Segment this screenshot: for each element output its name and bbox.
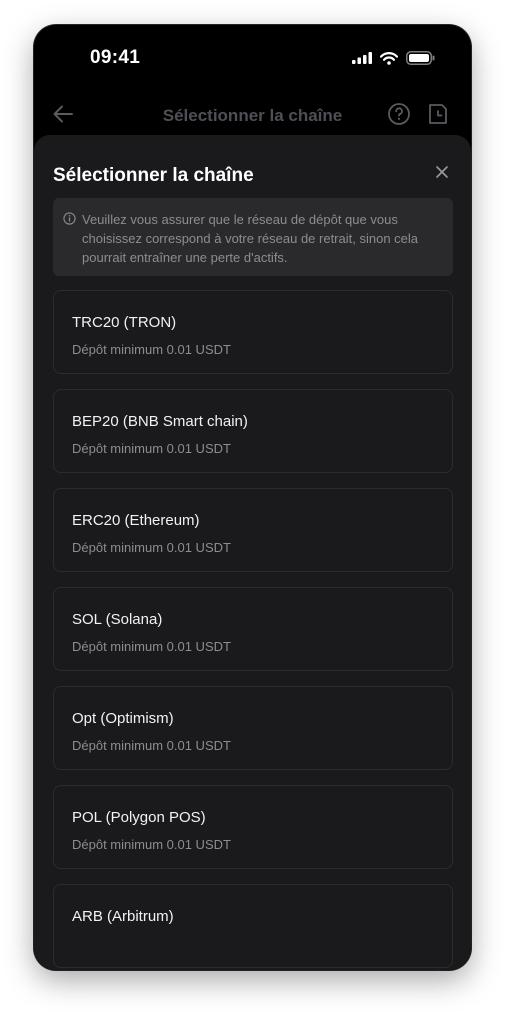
chain-name: BEP20 (BNB Smart chain) bbox=[72, 413, 248, 430]
wifi-icon bbox=[380, 51, 398, 65]
chain-option-sol[interactable]: SOL (Solana) Dépôt minimum 0.01 USDT bbox=[53, 587, 453, 671]
chain-min-deposit: Dépôt minimum 0.01 USDT bbox=[72, 540, 231, 555]
chain-min-deposit: Dépôt minimum 0.01 USDT bbox=[72, 441, 231, 456]
status-time: 09:41 bbox=[90, 47, 141, 68]
status-icons bbox=[352, 51, 435, 65]
status-bar: 09:41 bbox=[34, 25, 471, 89]
close-icon[interactable] bbox=[435, 165, 449, 179]
info-circle-icon bbox=[63, 212, 76, 225]
battery-icon bbox=[406, 51, 435, 65]
clock-document-icon[interactable] bbox=[427, 102, 449, 126]
chain-option-opt[interactable]: Opt (Optimism) Dépôt minimum 0.01 USDT bbox=[53, 686, 453, 770]
chain-select-sheet: Sélectionner la chaîne Veuillez vous ass… bbox=[34, 135, 471, 970]
chain-name: Opt (Optimism) bbox=[72, 710, 174, 727]
chain-name: POL (Polygon POS) bbox=[72, 809, 206, 826]
chain-name: TRC20 (TRON) bbox=[72, 314, 177, 331]
chain-min-deposit: Dépôt minimum 0.01 USDT bbox=[72, 837, 231, 852]
chain-name: ERC20 (Ethereum) bbox=[72, 512, 200, 529]
chain-min-deposit: Dépôt minimum 0.01 USDT bbox=[72, 639, 231, 654]
chain-option-pol[interactable]: POL (Polygon POS) Dépôt minimum 0.01 USD… bbox=[53, 785, 453, 869]
chain-option-bep20[interactable]: BEP20 (BNB Smart chain) Dépôt minimum 0.… bbox=[53, 389, 453, 473]
nav-bar: Sélectionner la chaîne bbox=[34, 99, 471, 133]
chain-name: SOL (Solana) bbox=[72, 611, 163, 628]
chain-option-arb[interactable]: ARB (Arbitrum) bbox=[53, 884, 453, 968]
sheet-title: Sélectionner la chaîne bbox=[53, 165, 254, 186]
phone-frame: 09:41 Sélectionner la chaîne Sélectionne… bbox=[34, 25, 471, 970]
chain-name: ARB (Arbitrum) bbox=[72, 908, 174, 925]
chain-min-deposit: Dépôt minimum 0.01 USDT bbox=[72, 738, 231, 753]
question-circle-icon[interactable] bbox=[387, 102, 411, 126]
chain-min-deposit: Dépôt minimum 0.01 USDT bbox=[72, 342, 231, 357]
chain-option-erc20[interactable]: ERC20 (Ethereum) Dépôt minimum 0.01 USDT bbox=[53, 488, 453, 572]
notice-text: Veuillez vous assurer que le réseau de d… bbox=[82, 212, 419, 265]
cellular-signal-icon bbox=[352, 52, 372, 64]
chain-list: TRC20 (TRON) Dépôt minimum 0.01 USDT BEP… bbox=[53, 290, 453, 970]
warning-notice: Veuillez vous assurer que le réseau de d… bbox=[53, 198, 453, 276]
chain-option-trc20[interactable]: TRC20 (TRON) Dépôt minimum 0.01 USDT bbox=[53, 290, 453, 374]
